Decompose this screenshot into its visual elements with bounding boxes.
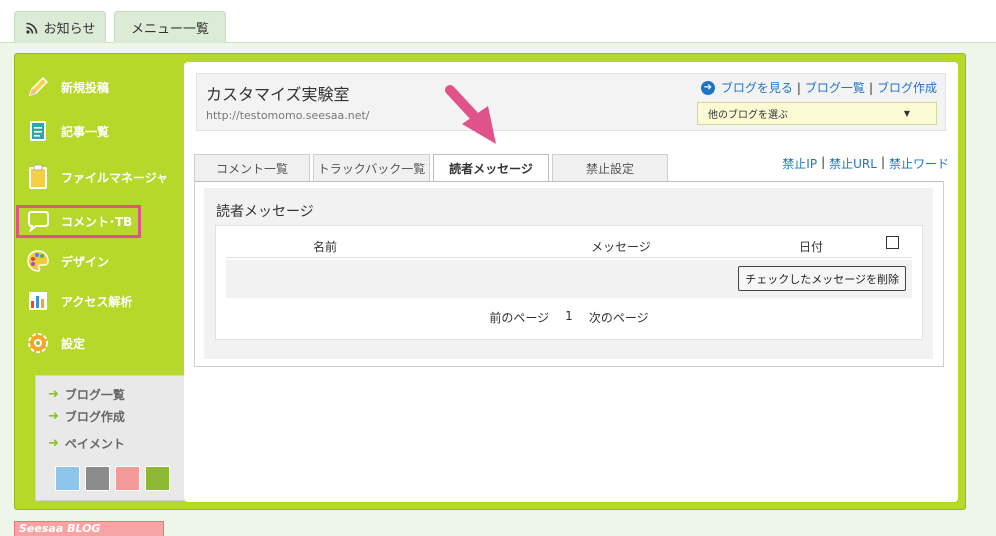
caret-down-icon: ▼ bbox=[903, 109, 910, 118]
link-blog-list[interactable]: ➜ ブログ一覧 bbox=[48, 386, 125, 403]
tab-comment-list[interactable]: コメント一覧 bbox=[194, 154, 310, 181]
page-number[interactable]: 1 bbox=[565, 309, 573, 326]
blog-header: カスタマイズ実験室 http://testomomo.seesaa.net/ ➜… bbox=[196, 73, 946, 131]
column-name: 名前 bbox=[313, 240, 338, 254]
arrow-right-icon: ➜ bbox=[48, 436, 59, 451]
select-all-checkbox[interactable] bbox=[886, 236, 899, 249]
link-ban-url[interactable]: 禁止URL bbox=[829, 155, 877, 172]
blog-select[interactable]: 他のブログを選ぶ ▼ bbox=[697, 102, 937, 125]
clipboard-icon bbox=[25, 164, 51, 190]
ban-links: 禁止IP | 禁止URL | 禁止ワード bbox=[782, 155, 949, 172]
sidebar-item-design[interactable]: デザイン bbox=[25, 245, 109, 277]
tab-notice[interactable]: お知らせ bbox=[14, 11, 106, 43]
bar-chart-icon bbox=[25, 288, 51, 314]
top-bar: お知らせ メニュー一覧 bbox=[0, 0, 996, 43]
messages-content: 読者メッセージ 名前 メッセージ 日付 チェックしたメッセージを削除 前のページ… bbox=[194, 181, 944, 367]
column-date: 日付 bbox=[799, 240, 824, 254]
blog-links: ➜ ブログを見る | ブログ一覧 | ブログ作成 bbox=[700, 79, 937, 96]
annotation-arrow-icon bbox=[445, 85, 496, 144]
blog-url: http://testomomo.seesaa.net/ bbox=[206, 109, 370, 122]
sidebar-item-label: アクセス解析 bbox=[61, 294, 133, 309]
sidebar-item-label: 設定 bbox=[61, 336, 86, 351]
tab-ban-settings[interactable]: 禁止設定 bbox=[552, 154, 668, 181]
pagination: 前のページ 1 次のページ bbox=[216, 309, 922, 326]
pencil-icon bbox=[25, 74, 51, 100]
sidebar-quick-links: ➜ ブログ一覧 ➜ ブログ作成 ➜ ペイメント bbox=[35, 375, 185, 501]
tab-notice-label: お知らせ bbox=[43, 22, 96, 37]
tab-menu-list[interactable]: メニュー一覧 bbox=[114, 11, 226, 43]
sidebar-item-label: 新規投稿 bbox=[61, 80, 110, 95]
next-page-link[interactable]: 次のページ bbox=[589, 309, 649, 326]
sidebar-item-file-manager[interactable]: ファイルマネージャ bbox=[25, 161, 168, 193]
blog-select-value: 他のブログを選ぶ bbox=[708, 110, 788, 121]
tab-menu-list-label: メニュー一覧 bbox=[130, 22, 209, 37]
link-payment[interactable]: ➜ ペイメント bbox=[48, 435, 125, 452]
color-swatch-blue[interactable] bbox=[55, 466, 80, 491]
seesaa-blog-banner[interactable]: Seesaa BLOG bbox=[14, 521, 164, 536]
tab-reader-messages[interactable]: 読者メッセージ bbox=[433, 154, 549, 182]
sidebar-item-comments[interactable]: コメント･TB bbox=[25, 205, 132, 237]
sidebar-item-analytics[interactable]: アクセス解析 bbox=[25, 285, 132, 317]
rss-icon bbox=[26, 22, 37, 34]
link-blog-create[interactable]: ➜ ブログ作成 bbox=[48, 408, 125, 425]
gear-icon bbox=[25, 330, 51, 356]
link-blog-create-header[interactable]: ブログ作成 bbox=[877, 79, 937, 96]
table-action-row: チェックしたメッセージを削除 bbox=[226, 260, 912, 298]
sidebar-item-label: 記事一覧 bbox=[61, 124, 110, 139]
link-ban-ip[interactable]: 禁止IP bbox=[782, 155, 817, 172]
arrow-right-icon: ➜ bbox=[48, 387, 59, 402]
link-ban-word[interactable]: 禁止ワード bbox=[889, 155, 949, 172]
sidebar-item-label: ファイルマネージャ bbox=[61, 170, 169, 185]
delete-checked-button[interactable]: チェックしたメッセージを削除 bbox=[738, 266, 906, 291]
arrow-right-icon: ➜ bbox=[48, 409, 59, 424]
messages-table: 名前 メッセージ 日付 チェックしたメッセージを削除 前のページ 1 次のページ bbox=[215, 225, 923, 340]
palette-icon bbox=[25, 248, 51, 274]
messages-area: 読者メッセージ 名前 メッセージ 日付 チェックしたメッセージを削除 前のページ… bbox=[204, 188, 933, 359]
sidebar-item-settings[interactable]: 設定 bbox=[25, 327, 85, 359]
blog-title: カスタマイズ実験室 bbox=[206, 85, 350, 104]
tab-trackback-list[interactable]: トラックバック一覧 bbox=[313, 154, 430, 181]
sidebar-item-articles[interactable]: 記事一覧 bbox=[25, 115, 109, 147]
color-swatch-gray[interactable] bbox=[85, 466, 110, 491]
link-view-blog[interactable]: ブログを見る bbox=[721, 79, 793, 96]
sidebar-item-label: デザイン bbox=[61, 254, 110, 269]
speech-bubble-icon bbox=[25, 208, 51, 234]
sidebar-item-new-post[interactable]: 新規投稿 bbox=[25, 71, 109, 103]
main-panel: カスタマイズ実験室 http://testomomo.seesaa.net/ ➜… bbox=[184, 62, 958, 502]
prev-page-link[interactable]: 前のページ bbox=[489, 309, 549, 326]
column-message: メッセージ bbox=[591, 240, 651, 254]
color-swatch-green[interactable] bbox=[145, 466, 170, 491]
color-swatch-pink[interactable] bbox=[115, 466, 140, 491]
link-blog-list-header[interactable]: ブログ一覧 bbox=[805, 79, 865, 96]
document-icon bbox=[25, 118, 51, 144]
sidebar-item-label: コメント･TB bbox=[61, 214, 133, 229]
section-title: 読者メッセージ bbox=[216, 204, 314, 220]
circle-arrow-icon: ➜ bbox=[700, 80, 715, 95]
